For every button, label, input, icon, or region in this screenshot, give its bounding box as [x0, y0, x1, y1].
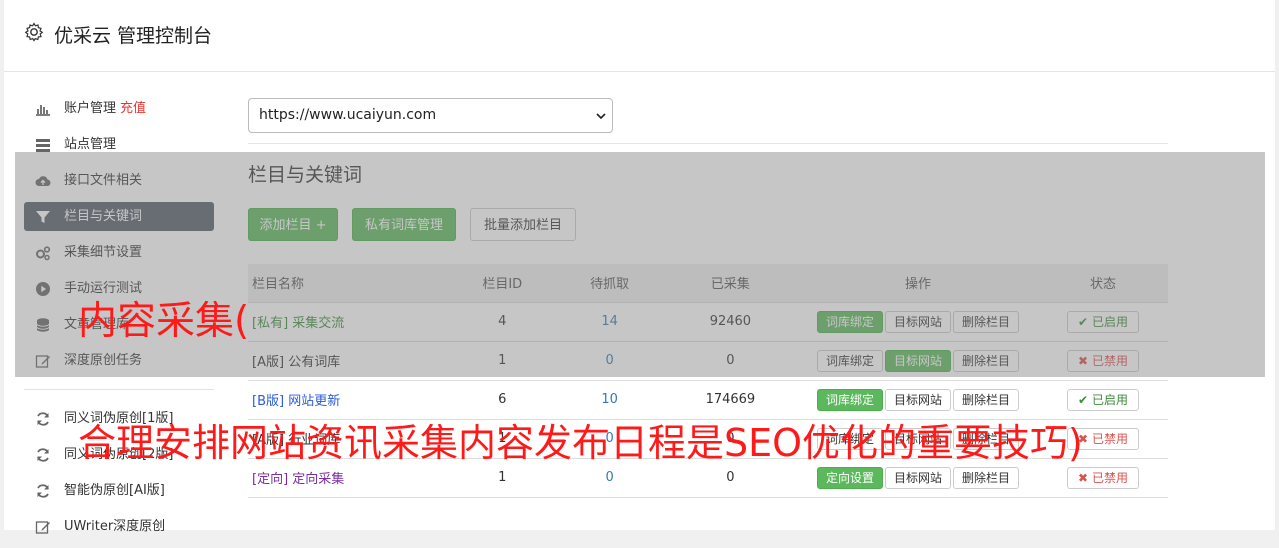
- refresh-icon: [37, 448, 49, 462]
- delete-column-button[interactable]: 删除栏目: [953, 466, 1020, 489]
- column-tag: [定向]: [252, 472, 289, 487]
- divider: [248, 143, 1168, 144]
- column-name: 定向采集: [292, 472, 345, 487]
- target-site-button[interactable]: 目标网站: [884, 388, 951, 411]
- refresh-icon: [37, 484, 49, 498]
- sidebar-item-ai-rewrite[interactable]: 智能伪原创[AI版]: [24, 476, 214, 505]
- sidebar-item-label: 站点管理: [64, 137, 117, 152]
- watermark-title: 内容采集(: [78, 299, 250, 344]
- status-label: 已禁用: [1091, 470, 1128, 485]
- delete-column-button[interactable]: 删除栏目: [953, 388, 1020, 411]
- sidebar-item-label: 账户管理: [64, 101, 117, 116]
- check-icon: ✔: [1078, 392, 1089, 407]
- top-bar: 优采云 管理控制台: [4, 0, 1275, 72]
- edit-icon: [35, 521, 50, 534]
- column-tag: [B版]: [252, 394, 285, 409]
- chevron-down-icon: [596, 113, 606, 120]
- bar-chart-icon: [36, 105, 50, 116]
- column-name: 网站更新: [288, 394, 341, 409]
- server-icon: [36, 139, 50, 152]
- sidebar-item-account[interactable]: 账户管理 充值: [24, 94, 214, 123]
- site-select-value: https://www.ucaiyun.com: [259, 107, 437, 123]
- recharge-link[interactable]: 充值: [120, 101, 146, 116]
- gear-icon: [24, 22, 44, 42]
- watermark-subtitle: 合理安排网站资讯采集内容发布日程是SEO优化的重要技巧): [78, 421, 1083, 465]
- app-title: 优采云 管理控制台: [54, 25, 213, 47]
- target-site-button[interactable]: 目标网站: [884, 466, 951, 489]
- status-toggle[interactable]: ✔ 已启用: [1067, 388, 1139, 411]
- sidebar-divider: [24, 389, 214, 390]
- sidebar-item-label: UWriter深度原创: [64, 519, 166, 534]
- close-icon: ✖: [1078, 470, 1089, 485]
- status-toggle[interactable]: ✖ 已禁用: [1067, 466, 1139, 489]
- refresh-icon: [37, 412, 49, 426]
- status-label: 已禁用: [1091, 431, 1128, 446]
- status-label: 已启用: [1091, 392, 1128, 407]
- site-select[interactable]: https://www.ucaiyun.com: [248, 98, 613, 133]
- directed-settings-button[interactable]: 定向设置: [816, 466, 883, 489]
- sidebar-item-uwriter[interactable]: UWriter深度原创: [24, 512, 214, 541]
- bind-lexicon-button[interactable]: 词库绑定: [816, 388, 883, 411]
- sidebar-item-label: 智能伪原创[AI版]: [64, 483, 165, 498]
